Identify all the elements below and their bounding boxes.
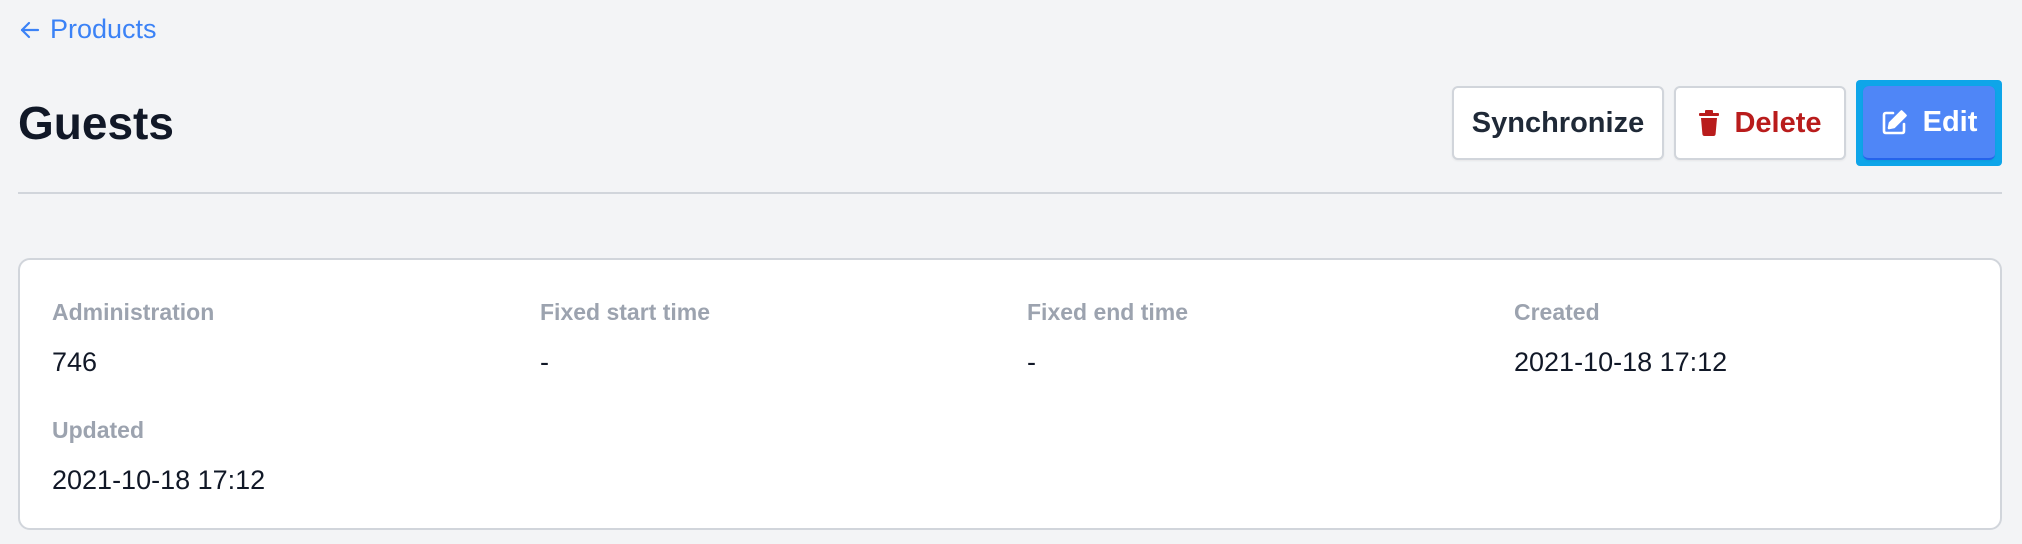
page-title: Guests — [18, 97, 174, 149]
field-value: 2021-10-18 17:12 — [1514, 347, 1728, 377]
field-fixed-start-time: Fixed start time - — [540, 298, 710, 378]
field-label: Administration — [52, 299, 215, 325]
field-label: Created — [1514, 299, 1600, 325]
field-administration: Administration 746 — [52, 298, 214, 378]
edit-button-focus-ring: Edit — [1856, 80, 2002, 166]
back-to-products-link[interactable]: Products — [18, 14, 157, 45]
field-value: - — [540, 347, 549, 377]
synchronize-button-label: Synchronize — [1471, 106, 1645, 139]
field-label: Fixed end time — [1027, 299, 1189, 325]
field-updated: Updated 2021-10-18 17:12 — [52, 416, 265, 496]
field-created: Created 2021-10-18 17:12 — [1514, 298, 1727, 378]
delete-button-label: Delete — [1734, 106, 1822, 139]
field-label: Updated — [52, 417, 144, 443]
details-card: Administration 746 Fixed start time - Fi… — [18, 258, 2002, 530]
edit-button-label: Edit — [1922, 105, 1978, 138]
field-value: - — [1027, 347, 1036, 377]
synchronize-button[interactable]: Synchronize — [1452, 86, 1664, 160]
back-link-label: Products — [50, 14, 157, 44]
arrow-left-icon — [18, 18, 42, 42]
field-value: 746 — [52, 347, 98, 377]
field-fixed-end-time: Fixed end time - — [1027, 298, 1188, 378]
pencil-square-icon — [1881, 108, 1909, 136]
header-actions: Synchronize Delete Edit — [1452, 80, 2002, 166]
field-value: 2021-10-18 17:12 — [52, 465, 266, 495]
product-detail-page: Products Guests Synchronize Delete Edit … — [0, 0, 2022, 544]
header-divider — [18, 192, 2002, 194]
delete-button[interactable]: Delete — [1674, 86, 1846, 160]
field-label: Fixed start time — [540, 299, 710, 325]
edit-button[interactable]: Edit — [1863, 86, 1995, 160]
trash-icon — [1698, 110, 1720, 136]
